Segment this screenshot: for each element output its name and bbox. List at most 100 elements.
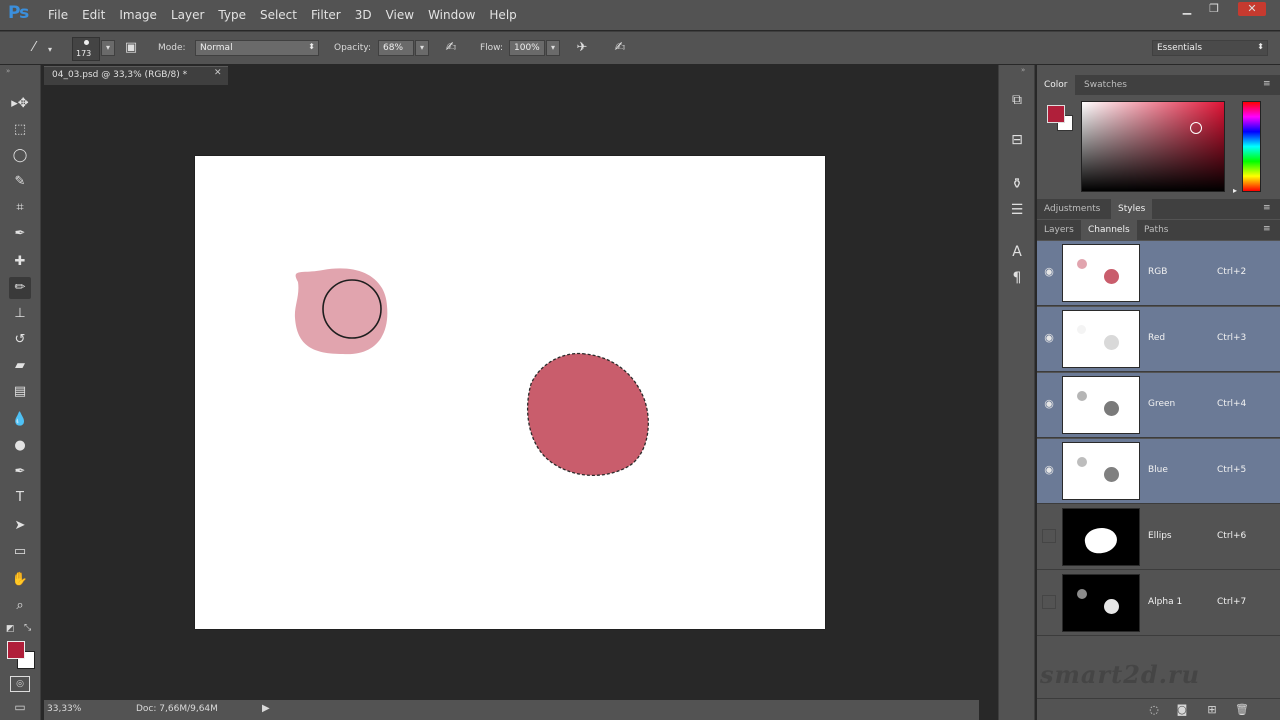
- paragraph-icon[interactable]: ¶: [1006, 267, 1028, 289]
- zoom-level[interactable]: 33,33%: [47, 704, 81, 714]
- restore-button[interactable]: ❐: [1203, 2, 1225, 16]
- eye-icon[interactable]: ◉: [1042, 265, 1056, 279]
- airbrush-icon[interactable]: ✈: [572, 39, 592, 57]
- channel-row[interactable]: ◉ RGB Ctrl+2: [1037, 241, 1280, 306]
- menu-view[interactable]: View: [386, 8, 414, 22]
- quick-mask-icon[interactable]: ◎: [10, 676, 30, 692]
- pen-tool-icon[interactable]: ✒: [9, 461, 31, 483]
- foreground-color-swatch[interactable]: [7, 641, 25, 659]
- color-picker-cursor[interactable]: [1190, 122, 1202, 134]
- channel-row[interactable]: Alpha 1 Ctrl+7: [1037, 571, 1280, 636]
- tab-layers[interactable]: Layers: [1037, 220, 1081, 240]
- visibility-toggle[interactable]: [1042, 595, 1056, 609]
- quick-selection-tool-icon[interactable]: ✎: [9, 171, 31, 193]
- panel-menu-icon[interactable]: ≡: [1263, 203, 1271, 213]
- layer-comps-icon[interactable]: ⊟: [1006, 129, 1028, 151]
- tab-color[interactable]: Color: [1037, 75, 1075, 95]
- default-colors-icon[interactable]: ◩: [6, 624, 15, 634]
- character-icon[interactable]: A: [1006, 241, 1028, 263]
- screen-mode-icon[interactable]: ▭: [10, 700, 30, 716]
- blur-tool-icon[interactable]: 💧: [9, 409, 31, 431]
- healing-brush-tool-icon[interactable]: ✚: [9, 251, 31, 273]
- brush-size-picker[interactable]: 173: [72, 37, 100, 61]
- adjustments-panel-icon[interactable]: ☰: [1006, 199, 1028, 221]
- channel-shortcut: Ctrl+7: [1217, 597, 1247, 607]
- panel-menu-icon[interactable]: ≡: [1263, 79, 1271, 89]
- flow-input[interactable]: 100%: [509, 40, 545, 56]
- tab-adjustments[interactable]: Adjustments: [1037, 199, 1107, 219]
- minimize-button[interactable]: ▁: [1176, 2, 1198, 16]
- foreground-color-chip[interactable]: [1047, 105, 1065, 123]
- gradient-tool-icon[interactable]: ▤: [9, 381, 31, 403]
- opacity-input[interactable]: 68%: [378, 40, 414, 56]
- eye-icon[interactable]: ◉: [1042, 397, 1056, 411]
- save-selection-icon[interactable]: ◙: [1175, 703, 1189, 717]
- opacity-dropdown[interactable]: ▾: [415, 40, 429, 56]
- chevron-down-icon[interactable]: ▾: [48, 45, 52, 54]
- collapse-icon[interactable]: »: [6, 67, 10, 75]
- menu-help[interactable]: Help: [489, 8, 516, 22]
- document-tab[interactable]: 04_03.psd @ 33,3% (RGB/8) *: [44, 66, 228, 85]
- hand-tool-icon[interactable]: ✋: [9, 569, 31, 591]
- trash-icon[interactable]: 🗑: [1235, 703, 1249, 717]
- menu-3d[interactable]: 3D: [355, 8, 372, 22]
- eraser-tool-icon[interactable]: ▰: [9, 355, 31, 377]
- menu-edit[interactable]: Edit: [82, 8, 105, 22]
- dodge-tool-icon[interactable]: ●: [9, 435, 31, 457]
- marquee-tool-icon[interactable]: ⬚: [9, 119, 31, 141]
- visibility-toggle[interactable]: [1042, 529, 1056, 543]
- brush-panel-icon[interactable]: ▣: [121, 39, 141, 57]
- type-tool-icon[interactable]: T: [9, 487, 31, 509]
- shape-tool-icon[interactable]: ▭: [9, 541, 31, 563]
- brush-preset-icon[interactable]: ⁄: [24, 39, 44, 57]
- eyedropper-tool-icon[interactable]: ✒: [9, 223, 31, 245]
- path-selection-tool-icon[interactable]: ➤: [9, 515, 31, 537]
- crop-tool-icon[interactable]: ⌗: [9, 197, 31, 219]
- channel-row[interactable]: Ellips Ctrl+6: [1037, 505, 1280, 570]
- collapse-icon[interactable]: »: [1021, 66, 1025, 74]
- hue-slider-handle[interactable]: ▸: [1233, 186, 1237, 195]
- brush-tool-icon[interactable]: ✏: [9, 277, 31, 299]
- clone-stamp-tool-icon[interactable]: ⊥: [9, 303, 31, 325]
- menu-select[interactable]: Select: [260, 8, 297, 22]
- eye-icon[interactable]: ◉: [1042, 463, 1056, 477]
- menu-image[interactable]: Image: [119, 8, 157, 22]
- color-spectrum-field[interactable]: [1081, 101, 1225, 192]
- close-button[interactable]: ✕: [1238, 2, 1266, 16]
- channel-row[interactable]: ◉ Blue Ctrl+5: [1037, 439, 1280, 504]
- panel-menu-icon[interactable]: ≡: [1263, 224, 1271, 234]
- move-tool-icon[interactable]: ▸✥: [9, 93, 31, 115]
- load-selection-icon[interactable]: ◌: [1147, 703, 1161, 717]
- close-icon[interactable]: ✕: [214, 68, 222, 78]
- channel-row[interactable]: ◉ Green Ctrl+4: [1037, 373, 1280, 438]
- tab-styles[interactable]: Styles: [1111, 199, 1153, 219]
- lasso-tool-icon[interactable]: ◯: [9, 145, 31, 167]
- menu-file[interactable]: File: [48, 8, 68, 22]
- swap-colors-icon[interactable]: ⤡: [24, 623, 31, 633]
- pressure-opacity-icon[interactable]: ✍: [441, 39, 461, 57]
- tab-channels[interactable]: Channels: [1081, 220, 1137, 240]
- document-canvas[interactable]: [195, 156, 825, 629]
- history-brush-tool-icon[interactable]: ↺: [9, 329, 31, 351]
- new-channel-icon[interactable]: ⊞: [1205, 703, 1219, 717]
- zoom-tool-icon[interactable]: ⌕: [9, 595, 31, 617]
- menu-layer[interactable]: Layer: [171, 8, 204, 22]
- history-icon[interactable]: ⧉: [1006, 89, 1028, 111]
- pressure-size-icon[interactable]: ✍: [610, 39, 630, 57]
- status-menu-icon[interactable]: ▶: [262, 703, 270, 714]
- tab-swatches[interactable]: Swatches: [1077, 75, 1134, 95]
- channels-footer: ◌ ◙ ⊞ 🗑: [1037, 698, 1280, 720]
- brush-presets-icon[interactable]: ⚱: [1006, 173, 1028, 195]
- menu-filter[interactable]: Filter: [311, 8, 341, 22]
- eye-icon[interactable]: ◉: [1042, 331, 1056, 345]
- workspace-select[interactable]: Essentials ⬍: [1152, 40, 1268, 56]
- menu-type[interactable]: Type: [218, 8, 246, 22]
- mode-select[interactable]: Normal ⬍: [195, 40, 319, 56]
- tab-paths[interactable]: Paths: [1137, 220, 1175, 240]
- thumb-light-dot: [1077, 391, 1087, 401]
- channel-row[interactable]: ◉ Red Ctrl+3: [1037, 307, 1280, 372]
- hue-slider[interactable]: [1242, 101, 1261, 192]
- menu-window[interactable]: Window: [428, 8, 475, 22]
- brush-size-dropdown[interactable]: ▾: [101, 40, 115, 56]
- flow-dropdown[interactable]: ▾: [546, 40, 560, 56]
